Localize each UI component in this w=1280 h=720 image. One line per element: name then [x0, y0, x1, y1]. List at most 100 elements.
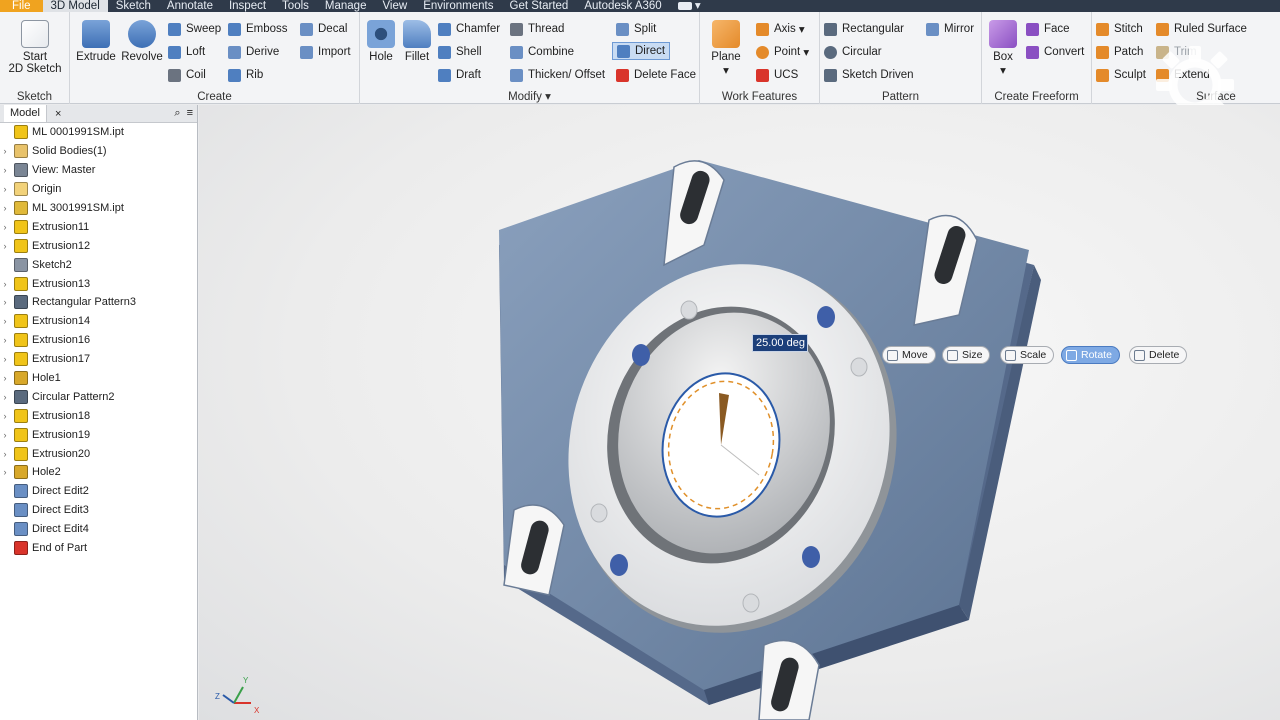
decal-button[interactable]: Decal	[300, 20, 347, 38]
expand-chevron-icon[interactable]: ›	[0, 467, 10, 477]
ucs-button[interactable]: UCS	[756, 66, 798, 84]
thread-button[interactable]: Thread	[510, 20, 564, 38]
stitch-button[interactable]: Stitch	[1096, 20, 1143, 38]
tree-item[interactable]: Direct Edit2	[0, 482, 197, 501]
derive-button[interactable]: Derive	[228, 43, 279, 61]
tree-item[interactable]: › Circular Pattern2	[0, 387, 197, 406]
coil-button[interactable]: Coil	[168, 66, 206, 84]
sculpt-button[interactable]: Sculpt	[1096, 66, 1146, 84]
move-button[interactable]: Move	[882, 346, 936, 364]
tree-item[interactable]: › Extrusion20	[0, 444, 197, 463]
tab-manage[interactable]: Manage	[317, 0, 375, 12]
rib-button[interactable]: Rib	[228, 66, 263, 84]
search-icon[interactable]: ⌕	[174, 107, 180, 120]
graphics-viewport[interactable]: X Y Z 25.00 deg Move Size Scale Rotate D…	[199, 105, 1280, 720]
tree-item[interactable]: › ML 3001991SM.ipt	[0, 199, 197, 218]
menu-icon[interactable]: ≡	[187, 107, 193, 120]
hole-button[interactable]: Hole	[364, 20, 398, 63]
expand-chevron-icon[interactable]: ›	[0, 411, 10, 421]
tree-item[interactable]: Direct Edit4	[0, 520, 197, 539]
tab-sketch[interactable]: Sketch	[108, 0, 159, 12]
camera-icon[interactable]: ▾	[670, 0, 709, 12]
tree-item[interactable]: › Extrusion11	[0, 217, 197, 236]
expand-chevron-icon[interactable]: ›	[0, 392, 10, 402]
revolve-button[interactable]: Revolve	[120, 20, 164, 63]
expand-chevron-icon[interactable]: ›	[0, 241, 10, 251]
start-2d-sketch-button[interactable]: Start 2D Sketch	[6, 20, 64, 75]
draft-button[interactable]: Draft	[438, 66, 481, 84]
sweep-button[interactable]: Sweep	[168, 20, 221, 38]
size-button[interactable]: Size	[942, 346, 991, 364]
patch-button[interactable]: Patch	[1096, 43, 1143, 61]
direct-button[interactable]: Direct	[612, 42, 671, 60]
ruled-surface-button[interactable]: Ruled Surface	[1156, 20, 1247, 38]
tab-environments[interactable]: Environments	[415, 0, 501, 12]
expand-chevron-icon[interactable]: ›	[0, 297, 10, 307]
tab-autodesk-a360[interactable]: Autodesk A360	[576, 0, 669, 12]
emboss-button[interactable]: Emboss	[228, 20, 288, 38]
tab-get-started[interactable]: Get Started	[502, 0, 577, 12]
part-model[interactable]: X Y Z	[199, 105, 1280, 720]
mirror-button[interactable]: Mirror	[926, 20, 974, 38]
plane-button[interactable]: Plane ▾	[706, 20, 746, 77]
delete-face-button[interactable]: Delete Face	[616, 66, 696, 84]
tab-tools[interactable]: Tools	[274, 0, 317, 12]
expand-chevron-icon[interactable]: ›	[0, 279, 10, 289]
tab-inspect[interactable]: Inspect	[221, 0, 274, 12]
box-button[interactable]: Box ▾	[986, 20, 1020, 77]
combine-button[interactable]: Combine	[510, 43, 574, 61]
expand-chevron-icon[interactable]: ›	[0, 146, 10, 156]
expand-chevron-icon[interactable]: ›	[0, 165, 10, 175]
tree-item[interactable]: › Extrusion13	[0, 274, 197, 293]
tree-item[interactable]: › Extrusion18	[0, 406, 197, 425]
panel-title-modify[interactable]: Modify ▾	[360, 89, 699, 103]
point-button[interactable]: Point ▾	[756, 43, 809, 61]
extrude-button[interactable]: Extrude	[74, 20, 118, 63]
sketch-driven-button[interactable]: Sketch Driven	[824, 66, 914, 84]
expand-chevron-icon[interactable]: ›	[0, 373, 10, 383]
circular-pattern-button[interactable]: Circular	[824, 43, 882, 61]
tree-item[interactable]: Direct Edit3	[0, 501, 197, 520]
expand-chevron-icon[interactable]: ›	[0, 430, 10, 440]
expand-chevron-icon[interactable]: ›	[0, 449, 10, 459]
face-button[interactable]: Face	[1026, 20, 1070, 38]
convert-button[interactable]: Convert	[1026, 43, 1084, 61]
rectangular-pattern-button[interactable]: Rectangular	[824, 20, 904, 38]
tree-item[interactable]: Sketch2	[0, 255, 197, 274]
close-icon[interactable]: ×	[55, 108, 61, 120]
expand-chevron-icon[interactable]: ›	[0, 184, 10, 194]
thicken-offset-button[interactable]: Thicken/ Offset	[510, 66, 605, 84]
tree-item[interactable]: › Solid Bodies(1)	[0, 142, 197, 161]
tab-annotate[interactable]: Annotate	[159, 0, 221, 12]
shell-button[interactable]: Shell	[438, 43, 482, 61]
tree-item[interactable]: › Hole2	[0, 463, 197, 482]
tree-item[interactable]: › Extrusion16	[0, 331, 197, 350]
rotate-button[interactable]: Rotate	[1061, 346, 1120, 364]
tree-item[interactable]: › Origin	[0, 180, 197, 199]
rotation-angle-input[interactable]: 25.00 deg	[752, 334, 808, 352]
expand-chevron-icon[interactable]: ›	[0, 354, 10, 364]
chamfer-button[interactable]: Chamfer	[438, 20, 500, 38]
tab-3d-model[interactable]: 3D Model	[42, 0, 108, 12]
model-browser-tab[interactable]: Model	[4, 105, 47, 122]
loft-button[interactable]: Loft	[168, 43, 205, 61]
delete-button[interactable]: Delete	[1129, 346, 1188, 364]
tree-item[interactable]: › View: Master	[0, 161, 197, 180]
expand-chevron-icon[interactable]: ›	[0, 335, 10, 345]
expand-chevron-icon[interactable]: ›	[0, 316, 10, 326]
tree-item[interactable]: › Extrusion17	[0, 350, 197, 369]
tree-item[interactable]: › Hole1	[0, 369, 197, 388]
split-button[interactable]: Split	[616, 20, 656, 38]
tree-item[interactable]: › Extrusion19	[0, 425, 197, 444]
tab-view[interactable]: View	[374, 0, 415, 12]
tree-item[interactable]: End of Part	[0, 539, 197, 558]
axis-button[interactable]: Axis ▾	[756, 20, 805, 38]
tab-file[interactable]: File	[0, 0, 43, 12]
tree-item[interactable]: › Rectangular Pattern3	[0, 293, 197, 312]
tree-item[interactable]: › Extrusion14	[0, 312, 197, 331]
fillet-button[interactable]: Fillet	[400, 20, 434, 63]
scale-button[interactable]: Scale	[1000, 346, 1055, 364]
tree-item[interactable]: ML 0001991SM.ipt	[0, 123, 197, 142]
tree-item[interactable]: › Extrusion12	[0, 236, 197, 255]
expand-chevron-icon[interactable]: ›	[0, 222, 10, 232]
